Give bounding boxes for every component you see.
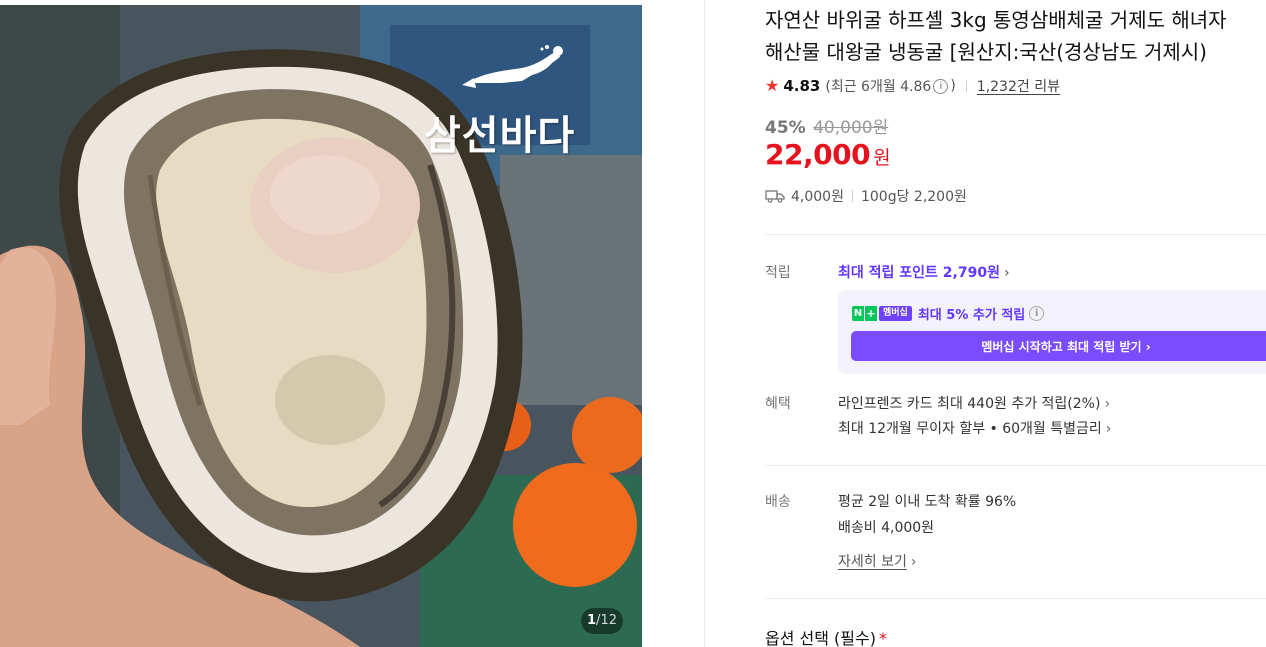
section-divider [765,234,1266,235]
membership-badge-text: 멤버십 [879,306,912,321]
review-count-link[interactable]: 1,232건 리뷰 [977,76,1060,96]
chevron-right-icon: › [1104,396,1111,412]
diver-logo-icon [462,45,563,88]
recent-rating-close: ) [950,78,956,94]
npay-membership-badge: N + 멤버십 [852,306,912,321]
membership-box: N + 멤버십 최대 5% 추가 적립 i 멤버십 시작하고 최대 적립 받기 … [838,290,1266,374]
delivery-label: 배송 [765,494,791,510]
product-title-line1: 자연산 바위굴 하프셸 3kg 통영삼배체굴 거제도 해녀자 [765,8,1227,32]
plus-icon: + [864,306,877,321]
rating-score: 4.83 [783,77,821,95]
star-icon: ★ [765,76,780,95]
delivery-fee: 배송비 4,000원 [838,520,935,536]
max-points-prefix: 최대 적립 포인트 [838,265,938,281]
rating-row: ★ 4.83 (최근 6개월 4.86 i ) 1,232건 리뷰 [765,76,1060,96]
truck-icon [765,190,785,203]
chevron-right-icon: › [1105,421,1112,437]
discount-rate: 45% [765,118,806,138]
info-icon[interactable]: i [933,78,949,94]
product-title: 자연산 바위굴 하프셸 3kg 통영삼배체굴 거제도 해녀자 해산물 대왕굴 냉… [765,4,1266,68]
product-title-line2: 해산물 대왕굴 냉동굴 [원산지:국산(경상남도 거제시) [765,40,1207,64]
naver-n-icon: N [852,306,864,321]
installment-benefit-text: 최대 12개월 무이자 할부 • 60개월 특별금리 [838,421,1102,437]
vertical-divider [704,0,705,647]
card-benefit-link[interactable]: 라인프렌즈 카드 최대 440원 추가 적립(2%) › [838,393,1110,413]
max-points-value: 2,790원 [942,265,1000,281]
rating-separator [965,80,967,92]
membership-start-button[interactable]: 멤버십 시작하고 최대 적립 받기 › [851,331,1266,361]
chevron-right-icon: › [1003,265,1010,281]
shipping-summary: 4,000원 100g당 2,200원 [765,186,967,206]
original-price-row: 45% 40,000원 [765,113,888,138]
oyster-photo [0,5,642,647]
image-counter: 1/12 [581,608,623,634]
product-image[interactable]: 삼선바다 1/12 [0,5,642,647]
installment-benefit-link[interactable]: 최대 12개월 무이자 할부 • 60개월 특별금리 › [838,418,1111,438]
membership-row: N + 멤버십 최대 5% 추가 적립 i [852,304,1046,323]
original-price: 40,000원 [813,118,889,138]
delivery-detail-link[interactable]: 자세히 보기 › [838,551,916,571]
image-total-count: 12 [600,613,617,628]
points-label: 적립 [765,265,791,281]
image-current-index: 1 [587,613,597,628]
delivery-arrival-rate: 평균 2일 이내 도착 확률 96% [838,494,1017,510]
required-mark: * [878,629,887,647]
price-unit: 원 [873,147,891,169]
membership-extra-points: 최대 5% 추가 적립 [917,308,1026,323]
chevron-right-icon: › [910,554,917,570]
section-divider [765,598,1266,599]
sale-price: 22,000 [765,138,871,171]
product-info-panel: 자연산 바위굴 하프셸 3kg 통영삼배체굴 거제도 해녀자 해산물 대왕굴 냉… [765,0,1266,647]
card-benefit-text: 라인프렌즈 카드 최대 440원 추가 적립(2%) [838,396,1101,412]
recent-rating: (최근 6개월 4.86 [825,79,932,95]
option-select-label: 옵션 선택 (필수) [765,629,876,647]
shipping-fee: 4,000원 [791,189,844,205]
delivery-detail-text: 자세히 보기 [838,554,907,570]
sale-price-row: 22,000 원 [765,138,891,171]
section-divider [765,465,1266,466]
brand-watermark: 삼선바다 [424,113,576,159]
max-points-link[interactable]: 최대 적립 포인트 2,790원 › [838,262,1010,282]
shipping-separator [851,190,853,202]
benefits-label: 혜택 [765,396,791,412]
unit-price: 100g당 2,200원 [860,189,967,205]
option-select-title: 옵션 선택 (필수) * [765,625,887,647]
info-icon[interactable]: i [1029,306,1045,321]
